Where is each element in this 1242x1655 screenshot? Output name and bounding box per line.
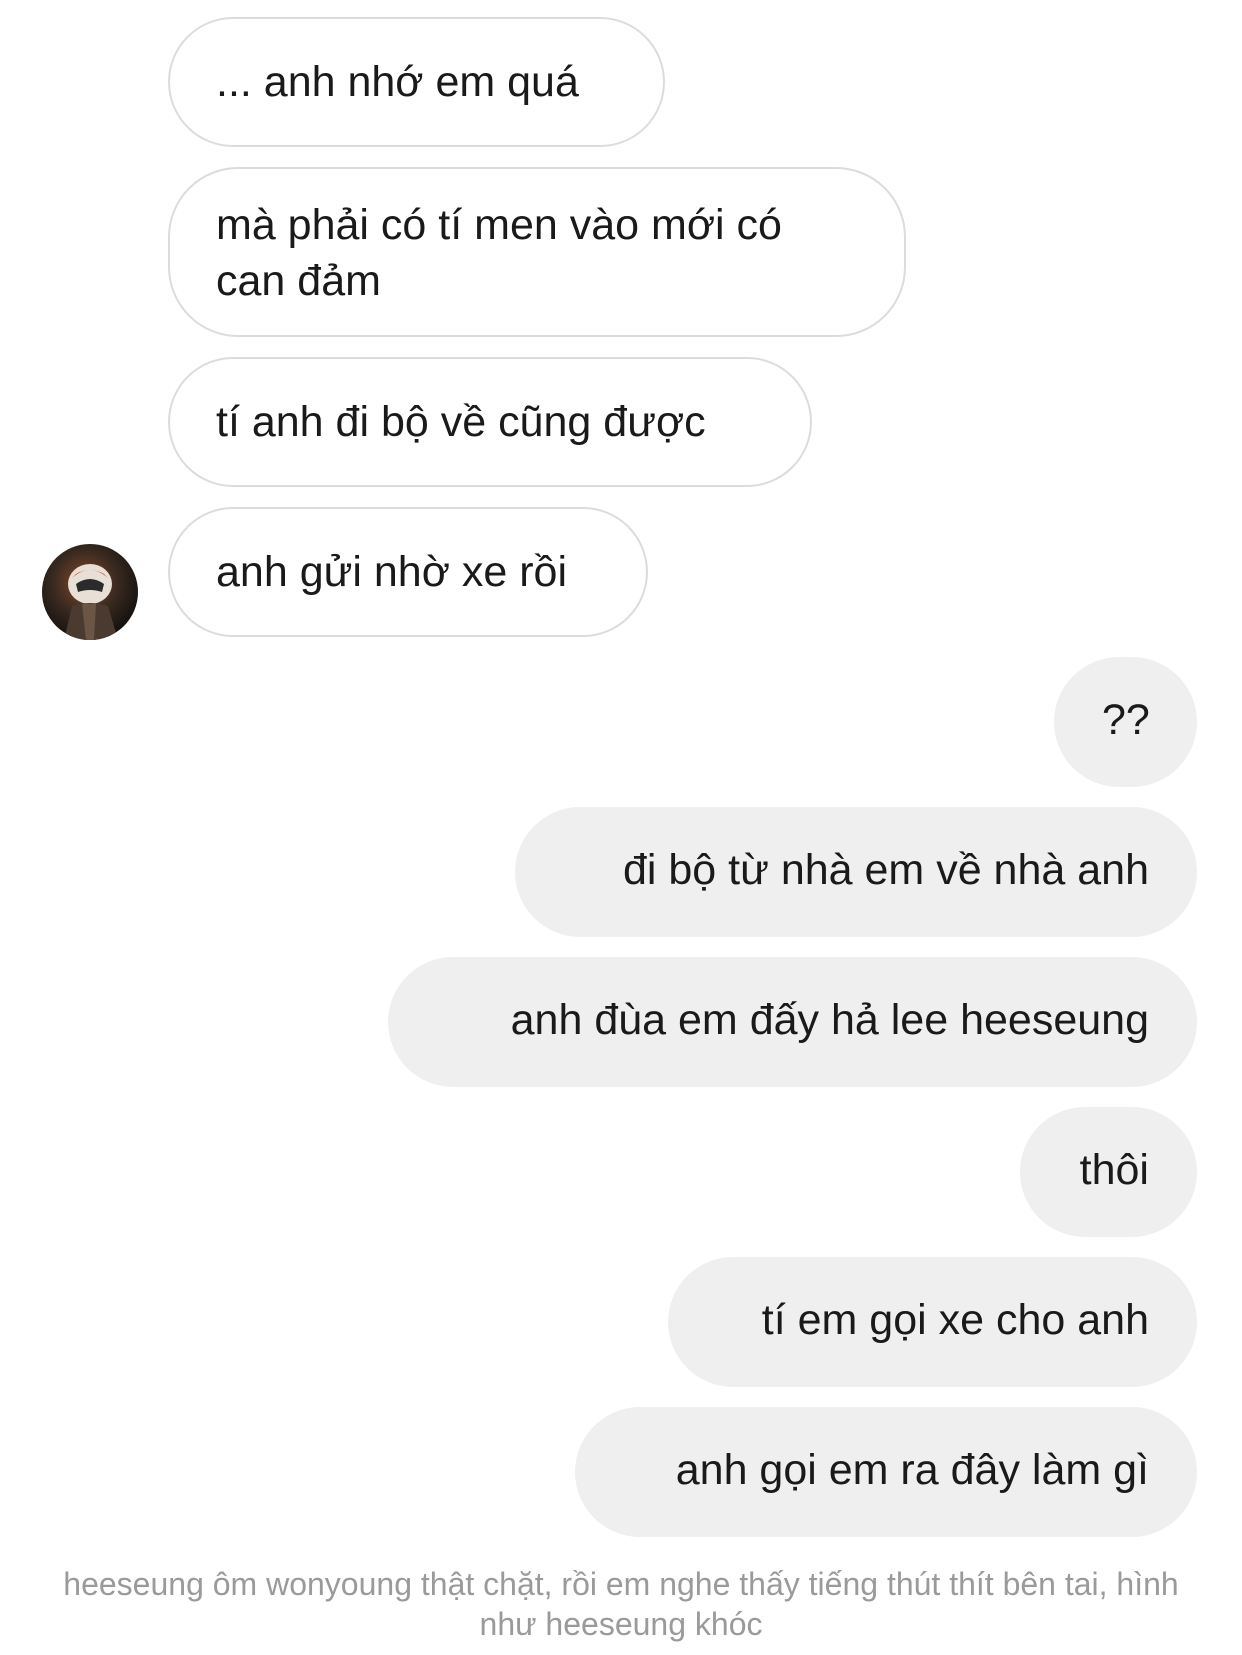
outgoing-message[interactable]: tí em gọi xe cho anh — [668, 1257, 1197, 1387]
contact-avatar[interactable] — [42, 544, 138, 640]
helmet-avatar-icon — [42, 544, 138, 640]
outgoing-message[interactable]: đi bộ từ nhà em về nhà anh — [515, 807, 1197, 937]
incoming-message[interactable]: ... anh nhớ em quá — [168, 17, 665, 147]
incoming-message[interactable]: anh gửi nhờ xe rồi — [168, 507, 648, 637]
story-caption: heeseung ôm wonyoung thật chặt, rồi em n… — [63, 1566, 1179, 1642]
outgoing-message[interactable]: anh gọi em ra đây làm gì — [575, 1407, 1197, 1537]
outgoing-message[interactable]: thôi — [1020, 1107, 1197, 1237]
incoming-message[interactable]: tí anh đi bộ về cũng được — [168, 357, 812, 487]
outgoing-message[interactable]: ?? — [1054, 657, 1197, 787]
incoming-message[interactable]: mà phải có tí men vào mới có can đảm — [168, 167, 906, 337]
outgoing-message[interactable]: anh đùa em đấy hả lee heeseung — [388, 957, 1197, 1087]
